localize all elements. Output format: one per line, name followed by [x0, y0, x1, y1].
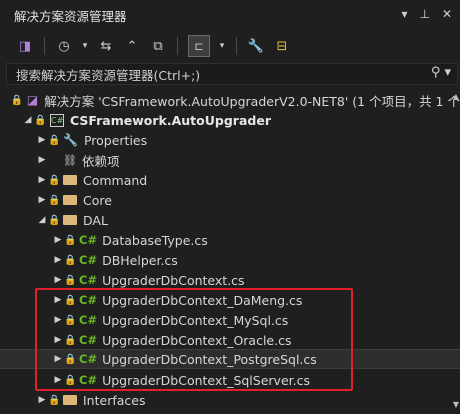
- panel-titlebar: 解决方案资源管理器 ▾ ⊥ ✕: [0, 0, 460, 30]
- switch-views-icon[interactable]: ◨: [16, 37, 34, 55]
- filter-icon[interactable]: ⊏: [188, 35, 210, 57]
- properties-icon: 🔧: [63, 133, 78, 147]
- tree-item-command[interactable]: ▶ 🔒 Command: [0, 170, 460, 190]
- close-icon[interactable]: ✕: [442, 7, 452, 21]
- toolbar-separator: [177, 37, 178, 55]
- chevron-down-icon[interactable]: ▾: [401, 7, 407, 21]
- lock-icon: 🔒: [64, 254, 77, 266]
- collapsed-arrow-icon[interactable]: ▶: [52, 255, 64, 265]
- panel-title: 解决方案资源管理器: [14, 8, 127, 24]
- collapsed-arrow-icon[interactable]: ▶: [36, 155, 48, 165]
- tree-item-dal[interactable]: ◢ 🔒 DAL: [0, 210, 460, 230]
- collapsed-arrow-icon[interactable]: ▶: [52, 235, 64, 245]
- preview-icon[interactable]: ⊟: [273, 37, 291, 55]
- file-label: UpgraderDbContext.cs: [102, 272, 245, 288]
- filter-dropdown-icon[interactable]: ▾: [218, 37, 226, 55]
- solution-explorer-toolbar: ◨ ◷ ▾ ⇆ ⌃ ⧉ ⊏ ▾ 🔧 ⊟: [0, 31, 460, 61]
- sync-icon[interactable]: ⇆: [97, 37, 115, 55]
- lock-icon: 🔒: [34, 114, 47, 126]
- solution-label: 解决方案 'CSFramework.AutoUpgraderV2.0-NET8'…: [44, 93, 460, 109]
- expanded-arrow-icon[interactable]: ◢: [22, 115, 34, 125]
- folder-icon: [63, 395, 77, 405]
- panel-controls: ▾ ⊥ ✕: [401, 7, 452, 21]
- history-icon[interactable]: ◷: [55, 37, 73, 55]
- search-icon[interactable]: ⚲ ▾: [431, 65, 451, 80]
- expanded-arrow-icon[interactable]: ◢: [36, 215, 48, 225]
- collapsed-arrow-icon[interactable]: ▶: [52, 275, 64, 285]
- tree-item-project[interactable]: ◢ 🔒 C# CSFramework.AutoUpgrader: [0, 110, 460, 130]
- tree-item-solution[interactable]: 🔒 ◪ 解决方案 'CSFramework.AutoUpgraderV2.0-N…: [0, 90, 460, 110]
- folder-icon: [63, 195, 77, 205]
- lock-icon: 🔒: [48, 394, 61, 406]
- file-label: DBHelper.cs: [102, 252, 178, 268]
- tree-item-interfaces[interactable]: ▶ 🔒 Interfaces: [0, 390, 460, 410]
- folder-open-icon: [63, 215, 77, 225]
- collapsed-arrow-icon[interactable]: ▶: [36, 395, 48, 405]
- project-label: CSFramework.AutoUpgrader: [70, 112, 271, 128]
- solution-icon: ◪: [26, 93, 39, 107]
- file-label: DatabaseType.cs: [102, 232, 208, 248]
- lock-icon: 🔒: [64, 274, 77, 286]
- tree-item-dependencies[interactable]: ▶ ⛓ 依赖项: [0, 150, 460, 170]
- scroll-up-icon[interactable]: ▲: [453, 92, 459, 101]
- dependencies-icon: ⛓: [63, 153, 77, 167]
- core-label: Core: [83, 192, 112, 208]
- lock-icon: 🔒: [48, 174, 61, 186]
- csharp-project-icon: C#: [50, 113, 64, 127]
- tree-item-core[interactable]: ▶ 🔒 Core: [0, 190, 460, 210]
- tree-item-file[interactable]: ▶ 🔒 C# DBHelper.cs: [0, 250, 460, 270]
- lock-icon: 🔒: [48, 214, 61, 226]
- dependencies-label: 依赖项: [81, 153, 120, 169]
- tree-item-file[interactable]: ▶ 🔒 C# UpgraderDbContext.cs: [0, 270, 460, 290]
- search-placeholder: 搜索解决方案资源管理器(Ctrl+;): [16, 67, 201, 83]
- csharp-file-icon: C#: [79, 273, 98, 287]
- interfaces-label: Interfaces: [83, 392, 146, 408]
- toolbar-separator: [44, 37, 45, 55]
- csharp-file-icon: C#: [79, 253, 98, 267]
- tree-item-file[interactable]: ▶ 🔒 C# DatabaseType.cs: [0, 230, 460, 250]
- properties-label: Properties: [83, 132, 148, 148]
- dropdown-chevron-icon[interactable]: ▾: [81, 37, 89, 55]
- collapsed-arrow-icon[interactable]: ▶: [36, 175, 48, 185]
- pin-icon[interactable]: ⊥: [419, 7, 429, 21]
- wrench-icon[interactable]: 🔧: [247, 37, 265, 55]
- dal-label: DAL: [83, 212, 108, 228]
- collapse-all-icon[interactable]: ⌃: [123, 37, 141, 55]
- folder-icon: [63, 175, 77, 185]
- command-label: Command: [83, 172, 148, 188]
- csharp-file-icon: C#: [79, 233, 98, 247]
- search-input[interactable]: 搜索解决方案资源管理器(Ctrl+;) ⚲ ▾: [6, 63, 458, 85]
- tree-item-properties[interactable]: ▶ 🔒 🔧 Properties: [0, 130, 460, 150]
- lock-icon: 🔒: [64, 234, 77, 246]
- highlight-box: [35, 288, 353, 391]
- toolbar-separator: [236, 37, 237, 55]
- collapsed-arrow-icon[interactable]: ▶: [36, 135, 48, 145]
- lock-icon: 🔒: [10, 94, 24, 106]
- collapsed-arrow-icon[interactable]: ▶: [36, 195, 48, 205]
- scroll-down-icon[interactable]: ▼: [453, 400, 459, 409]
- lock-icon: 🔒: [48, 134, 61, 146]
- lock-icon: 🔒: [48, 194, 61, 206]
- show-all-files-icon[interactable]: ⧉: [149, 37, 167, 55]
